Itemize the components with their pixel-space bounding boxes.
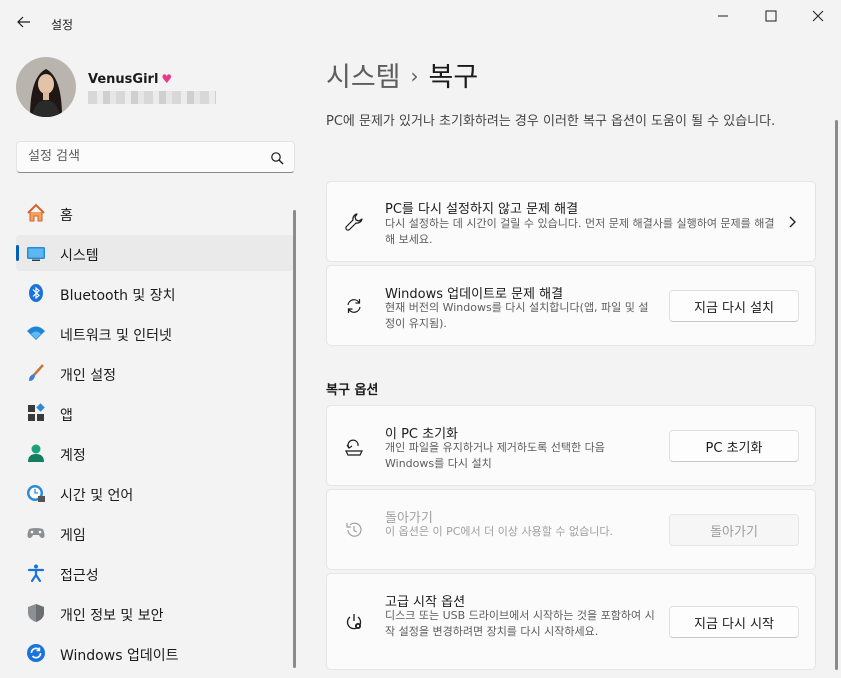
title-bar: 설정 [0, 0, 841, 44]
sidebar-item-label: 계정 [60, 448, 86, 464]
sidebar-item-label: 홈 [60, 208, 73, 224]
sidebar-item-label: 시스템 [60, 248, 99, 264]
history-icon [343, 519, 365, 541]
gaming-icon [26, 523, 46, 543]
accounts-icon [26, 443, 46, 463]
sidebar-item-network[interactable]: 네트워크 및 인터넷 [16, 315, 294, 351]
sidebar-item-label: 게임 [60, 528, 86, 544]
card-description: 이 옵션은 이 PC에서 더 이상 사용할 수 없습니다. [385, 525, 613, 538]
heart-icon: ♥ [161, 72, 173, 86]
sidebar-item-label: 앱 [60, 408, 73, 424]
sidebar-item-privacy[interactable]: 개인 정보 및 보안 [16, 595, 294, 631]
go-back-button: 돌아가기 [669, 514, 799, 546]
wrench-icon [343, 211, 365, 233]
system-icon [26, 243, 46, 263]
accessibility-icon [26, 563, 46, 583]
reset-pc-button[interactable]: PC 초기화 [669, 430, 799, 462]
bluetooth-icon [26, 283, 46, 303]
windows-update-fix-card: Windows 업데이트로 문제 해결 현재 버전의 Windows를 다시 설… [326, 265, 816, 346]
maximize-icon[interactable] [748, 4, 794, 28]
card-description: 다시 설정하는 데 시간이 걸릴 수 있습니다. 먼저 문제 해결사를 실행하여… [385, 217, 775, 246]
breadcrumb-separator: › [410, 64, 419, 88]
card-title: PC를 다시 설정하지 않고 문제 해결 [385, 202, 579, 217]
sidebar-item-home[interactable]: 홈 [16, 195, 294, 231]
sidebar-item-accounts[interactable]: 계정 [16, 435, 294, 471]
personalization-icon [26, 363, 46, 383]
apps-icon [26, 403, 46, 423]
troubleshoot-card[interactable]: PC를 다시 설정하지 않고 문제 해결 다시 설정하는 데 시간이 걸릴 수 … [326, 181, 816, 262]
card-description: 현재 버전의 Windows를 다시 설치합니다(앱, 파일 및 설정이 유지됨… [385, 301, 649, 330]
network-icon [26, 323, 46, 343]
sidebar-item-label: 개인 정보 및 보안 [60, 608, 164, 624]
restart-now-button[interactable]: 지금 다시 시작 [669, 606, 799, 638]
reset-pc-icon [343, 435, 365, 457]
sidebar-item-label: Bluetooth 및 장치 [60, 288, 176, 304]
sidebar-item-label: 접근성 [60, 568, 99, 584]
breadcrumb-system[interactable]: 시스템 [326, 62, 401, 93]
windows-update-icon [26, 643, 46, 663]
sidebar-item-personalization[interactable]: 개인 설정 [16, 355, 294, 391]
page-description: PC에 문제가 있거나 초기화하려는 경우 이러한 복구 옵션이 도움이 될 수… [326, 114, 776, 129]
sidebar-item-bluetooth[interactable]: Bluetooth 및 장치 [16, 275, 294, 311]
avatar [16, 57, 76, 117]
back-arrow-icon[interactable] [14, 12, 34, 32]
card-description: 개인 파일을 유지하거나 제거하도록 선택한 다음 Windows를 다시 설치 [385, 441, 605, 470]
email-redacted [88, 91, 216, 104]
advanced-startup-card: 고급 시작 옵션 디스크 또는 USB 드라이브에서 시작하는 것을 포함하여 … [326, 573, 816, 670]
sidebar-item-label: 네트워크 및 인터넷 [60, 328, 172, 344]
breadcrumb-current: 복구 [428, 62, 479, 93]
selection-indicator [16, 245, 19, 261]
sidebar-item-windows-update[interactable]: Windows 업데이트 [16, 635, 294, 671]
go-back-card: 돌아가기 이 옵션은 이 PC에서 더 이상 사용할 수 없습니다. 돌아가기 [326, 489, 816, 570]
search-box[interactable] [16, 141, 295, 173]
search-input[interactable] [28, 149, 258, 164]
sidebar-item-apps[interactable]: 앱 [16, 395, 294, 431]
sidebar-item-label: 시간 및 언어 [60, 488, 134, 504]
close-icon[interactable] [795, 4, 841, 28]
sidebar-item-accessibility[interactable]: 접근성 [16, 555, 294, 591]
reset-pc-card: 이 PC 초기화 개인 파일을 유지하거나 제거하도록 선택한 다음 Windo… [326, 405, 816, 486]
window-title: 설정 [51, 18, 74, 32]
sidebar-item-system[interactable]: 시스템 [16, 235, 294, 271]
card-description: 디스크 또는 USB 드라이브에서 시작하는 것을 포함하여 시작 설정을 변경… [385, 609, 655, 638]
search-icon[interactable] [270, 150, 284, 169]
sidebar-item-gaming[interactable]: 게임 [16, 515, 294, 551]
sidebar-nav: 홈 시스템 Bluetooth 및 장치 네트워크 및 인터넷 개인 설정 앱 [16, 195, 294, 675]
privacy-shield-icon [26, 603, 46, 623]
home-icon [26, 203, 46, 223]
main-scrollbar[interactable] [835, 120, 838, 670]
sidebar-item-time-language[interactable]: 시간 및 언어 [16, 475, 294, 511]
chevron-right-icon [787, 214, 797, 233]
user-name: VenusGirl [88, 72, 159, 87]
section-title: 복구 옵션 [326, 383, 379, 398]
sidebar-scrollbar[interactable] [293, 210, 296, 668]
advanced-startup-icon [343, 611, 365, 633]
sidebar-item-label: 개인 설정 [60, 368, 116, 384]
reinstall-now-button[interactable]: 지금 다시 설치 [669, 290, 799, 322]
minimize-icon[interactable] [700, 4, 746, 28]
sidebar-item-label: Windows 업데이트 [60, 648, 179, 664]
time-language-icon [26, 483, 46, 503]
page-title: 시스템 › 복구 [326, 55, 478, 94]
refresh-icon [343, 295, 365, 317]
